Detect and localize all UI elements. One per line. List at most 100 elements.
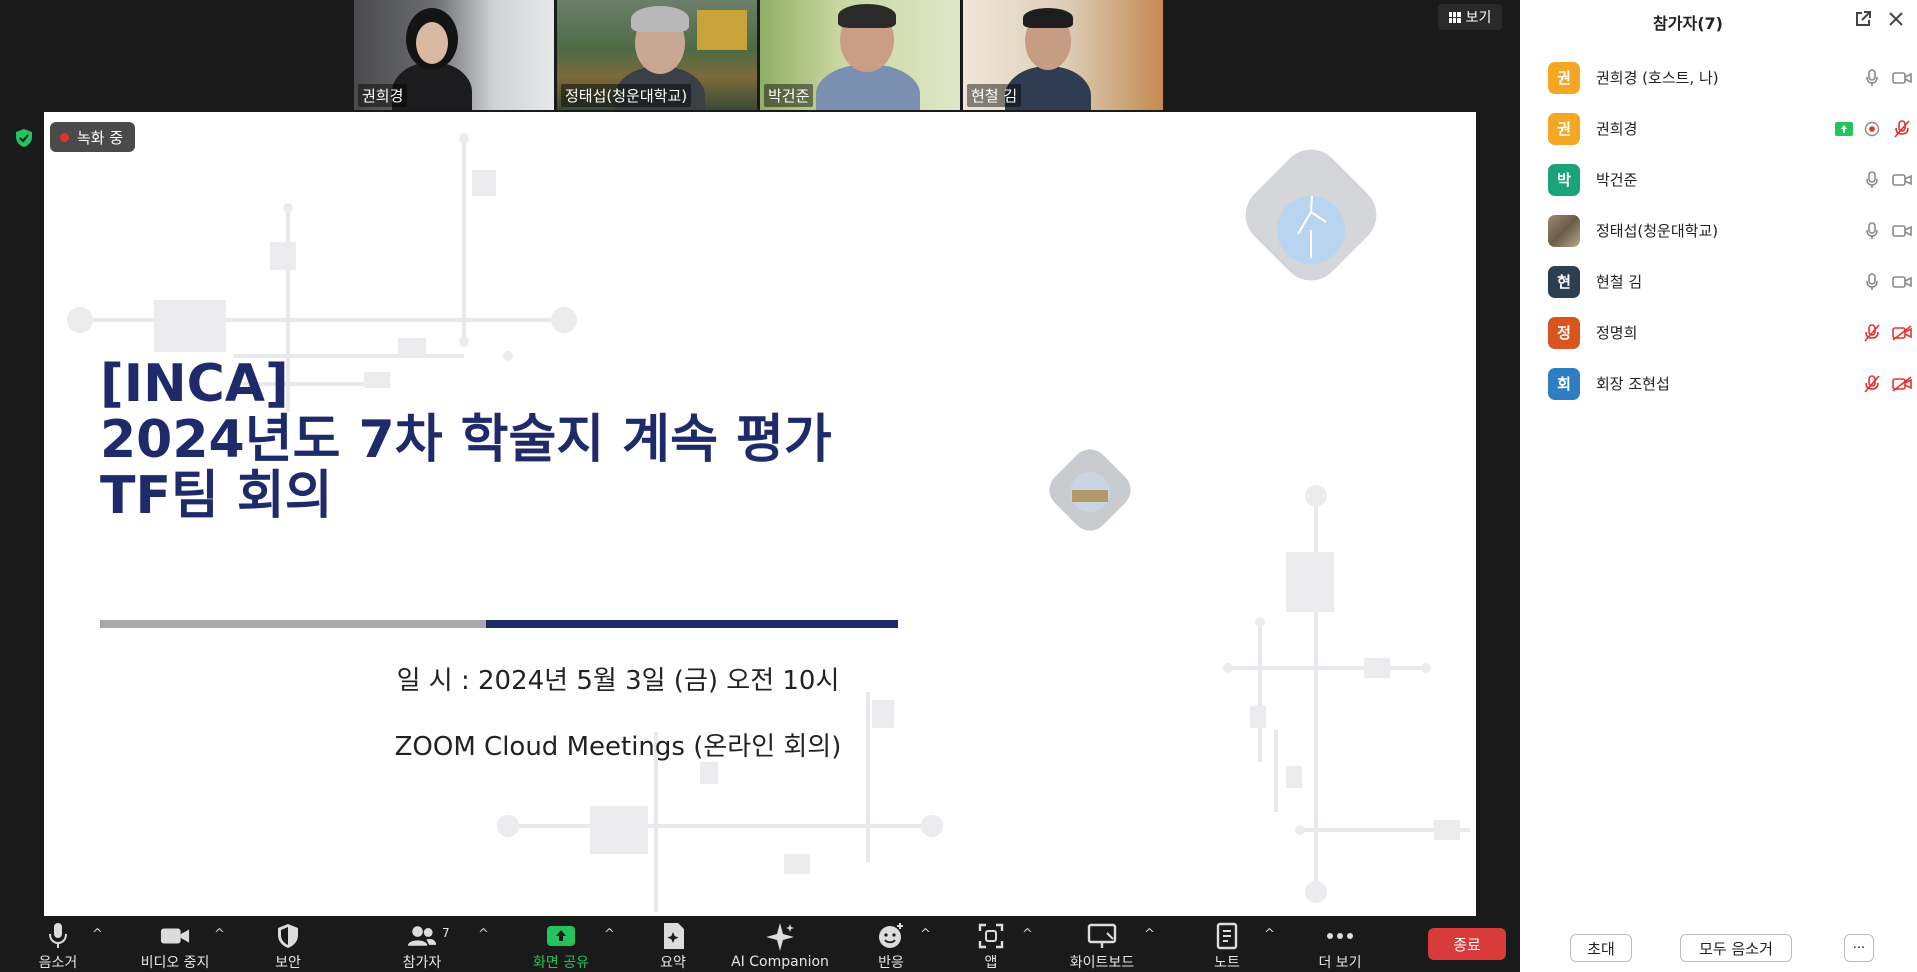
security-button[interactable]: 보안 <box>264 916 312 972</box>
microphone-icon[interactable] <box>1862 170 1882 190</box>
slide-title-line: [INCA] <box>100 354 289 414</box>
slide-title: [INCA] 2024년도 7차 학술지 계속 평가 TF팀 회의 <box>100 356 832 524</box>
microphone-icon[interactable] <box>1862 68 1882 88</box>
stop-video-button[interactable]: 비디오 중지 <box>130 916 220 972</box>
slide-platform: ZOOM Cloud Meetings (온라인 회의) <box>394 732 842 762</box>
ai-companion-button[interactable]: AI Companion <box>728 916 832 972</box>
whiteboard-label: 화이트보드 <box>1069 955 1135 971</box>
participants-count: 7 <box>442 926 450 940</box>
video-camera-icon <box>160 922 190 950</box>
meeting-area: 권희경 정태섭(청운대학교) 박건준 현철 김 보기 [INCA] 2024년도… <box>0 0 1520 972</box>
notes-label: 노트 <box>1214 955 1240 971</box>
participants-options-caret-icon[interactable]: ^ <box>478 928 490 941</box>
participant-row[interactable]: 정 정명희 <box>1520 307 1917 358</box>
video-tile[interactable]: 권희경 <box>354 0 554 110</box>
video-camera-icon[interactable] <box>1892 272 1912 292</box>
video-camera-icon[interactable] <box>1892 170 1912 190</box>
participant-name: 정명희 <box>1596 324 1638 342</box>
whiteboard-options-caret-icon[interactable]: ^ <box>1144 928 1156 941</box>
close-icon[interactable] <box>1886 9 1906 29</box>
microphone-icon[interactable] <box>1862 272 1882 292</box>
invite-button[interactable]: 초대 <box>1570 934 1632 962</box>
notes-button[interactable]: 노트 <box>1202 916 1252 972</box>
mute-button[interactable]: 음소거 <box>30 916 86 972</box>
participant-name: 회장 조현섭 <box>1596 375 1670 393</box>
apps-button[interactable]: 앱 <box>966 916 1016 972</box>
reaction-icon <box>876 922 906 950</box>
avatar: 정 <box>1548 316 1580 349</box>
share-screen-label: 화면 공유 <box>533 955 589 971</box>
avatar: 회 <box>1548 367 1580 400</box>
grid-view-icon <box>1448 11 1461 23</box>
reactions-button[interactable]: 반응 <box>866 916 916 972</box>
audio-options-caret-icon[interactable]: ^ <box>92 928 104 941</box>
screen-share-status-icon <box>1834 119 1854 139</box>
participant-name: 현철 김 <box>1596 273 1643 291</box>
more-icon <box>1325 922 1355 950</box>
video-camera-icon[interactable] <box>1892 221 1912 241</box>
end-meeting-button[interactable]: 종료 <box>1428 928 1506 960</box>
video-camera-icon[interactable] <box>1892 68 1912 88</box>
meeting-toolbar: 음소거 ^ 비디오 중지 ^ 보안 7 참가자 ^ 화면 공유 ^ 요약 AI … <box>0 916 1520 972</box>
participants-button[interactable]: 7 참가자 <box>392 916 452 972</box>
video-tile[interactable]: 정태섭(청운대학교) <box>557 0 757 110</box>
avatar: 현 <box>1548 265 1580 298</box>
more-button[interactable]: 더 보기 <box>1310 916 1370 972</box>
participants-icon <box>407 922 437 950</box>
pop-out-icon[interactable] <box>1854 10 1872 28</box>
participant-row[interactable]: 회 회장 조현섭 <box>1520 358 1917 409</box>
shield-icon <box>273 922 303 950</box>
share-options-caret-icon[interactable]: ^ <box>604 928 616 941</box>
slide-title-line: 2024년도 7차 학술지 계속 평가 <box>100 410 832 470</box>
video-off-icon[interactable] <box>1892 323 1912 343</box>
mute-all-button[interactable]: 모두 음소거 <box>1680 934 1792 962</box>
participant-list: 권 권희경 (호스트, 나) 권 권희경 박 박건준 정태섭(청운대학교) 현 … <box>1520 52 1917 409</box>
security-label: 보안 <box>275 955 301 971</box>
panel-footer: 초대 모두 음소거 ··· <box>1520 934 1917 964</box>
recording-label: 녹화 중 <box>77 128 124 147</box>
stop-video-label: 비디오 중지 <box>140 955 210 971</box>
slide-datetime: 일 시 : 2024년 5월 3일 (금) 오전 10시 <box>396 666 840 696</box>
shared-slide: [INCA] 2024년도 7차 학술지 계속 평가 TF팀 회의 일 시 : … <box>44 112 1476 916</box>
more-label: 더 보기 <box>1318 955 1362 971</box>
tile-name: 권희경 <box>358 84 408 107</box>
recording-dot-icon <box>60 132 69 142</box>
recording-status-icon <box>1862 119 1882 139</box>
participant-row[interactable]: 정태섭(청운대학교) <box>1520 205 1917 256</box>
tile-name: 현철 김 <box>967 84 1022 107</box>
microphone-muted-icon[interactable] <box>1892 119 1912 139</box>
notes-icon <box>1212 922 1242 950</box>
participant-row[interactable]: 박 박건준 <box>1520 154 1917 205</box>
microphone-icon[interactable] <box>1862 221 1882 241</box>
view-button[interactable]: 보기 <box>1438 4 1502 30</box>
more-options-button[interactable]: ··· <box>1844 934 1874 962</box>
video-strip: 권희경 정태섭(청운대학교) 박건준 현철 김 <box>354 0 1163 110</box>
participant-row[interactable]: 권 권희경 (호스트, 나) <box>1520 52 1917 103</box>
participants-label: 참가자 <box>402 955 442 971</box>
microphone-muted-icon[interactable] <box>1862 374 1882 394</box>
apps-options-caret-icon[interactable]: ^ <box>1022 928 1034 941</box>
microphone-muted-icon[interactable] <box>1862 323 1882 343</box>
video-tile-active-speaker[interactable]: 박건준 <box>760 0 960 110</box>
video-options-caret-icon[interactable]: ^ <box>214 928 226 941</box>
summary-button[interactable]: 요약 <box>648 916 698 972</box>
recording-badge[interactable]: 녹화 중 <box>50 122 136 152</box>
apps-label: 앱 <box>984 955 998 971</box>
participant-row[interactable]: 현 현철 김 <box>1520 256 1917 307</box>
microphone-icon <box>43 922 73 950</box>
apps-icon <box>976 922 1006 950</box>
participants-panel: 참가자(7) 권 권희경 (호스트, 나) 권 권희경 박 박건준 정태섭(청운… <box>1520 0 1917 972</box>
video-tile[interactable]: 현철 김 <box>963 0 1163 110</box>
reactions-options-caret-icon[interactable]: ^ <box>920 928 932 941</box>
participant-name: 권희경 <box>1596 120 1638 138</box>
avatar: 박 <box>1548 163 1580 196</box>
share-screen-button[interactable]: 화면 공유 <box>526 916 596 972</box>
encryption-shield-icon[interactable] <box>14 128 34 148</box>
ai-companion-label: AI Companion <box>731 954 829 970</box>
whiteboard-button[interactable]: 화이트보드 <box>1060 916 1144 972</box>
video-off-icon[interactable] <box>1892 374 1912 394</box>
notes-options-caret-icon[interactable]: ^ <box>1264 928 1276 941</box>
avatar: 권 <box>1548 112 1580 145</box>
summary-label: 요약 <box>660 955 686 971</box>
participant-row[interactable]: 권 권희경 <box>1520 103 1917 154</box>
